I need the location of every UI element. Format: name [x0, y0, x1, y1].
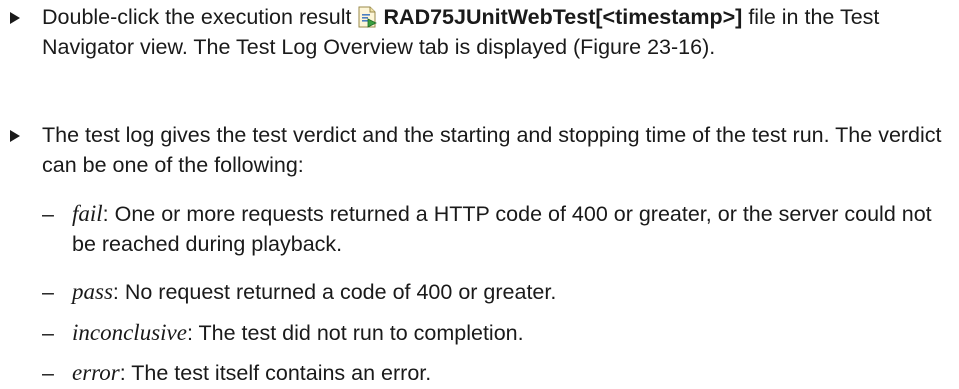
bullet-arrow-icon — [10, 130, 20, 142]
test-log-file-icon — [358, 6, 377, 28]
bullet-text: The test log gives the test verdict and … — [42, 123, 942, 177]
verdict-term: fail — [72, 201, 103, 226]
result-filename: RAD75JUnitWebTest[<timestamp>] — [383, 5, 743, 29]
verdict-term: error — [72, 360, 120, 385]
bullet-text-pre: Double-click the execution result — [42, 5, 352, 29]
dash-marker: – — [42, 280, 54, 304]
verdict-description: : One or more requests returned a HTTP c… — [72, 202, 932, 256]
bullet-arrow-icon — [10, 12, 20, 24]
verdict-description: : No request returned a code of 400 or g… — [112, 280, 557, 304]
verdict-description: : The test did not run to completion. — [186, 321, 524, 345]
dash-marker: – — [42, 202, 54, 226]
verdict-description: : The test itself contains an error. — [119, 361, 432, 385]
dash-marker: – — [42, 321, 54, 345]
bullet-text: Double-click the execution result RAD75J… — [42, 2, 947, 62]
document-page: Double-click the execution result RAD75J… — [0, 0, 959, 389]
dash-marker: – — [42, 361, 54, 385]
verdict-term: pass — [72, 279, 113, 304]
verdict-term: inconclusive — [72, 320, 187, 345]
